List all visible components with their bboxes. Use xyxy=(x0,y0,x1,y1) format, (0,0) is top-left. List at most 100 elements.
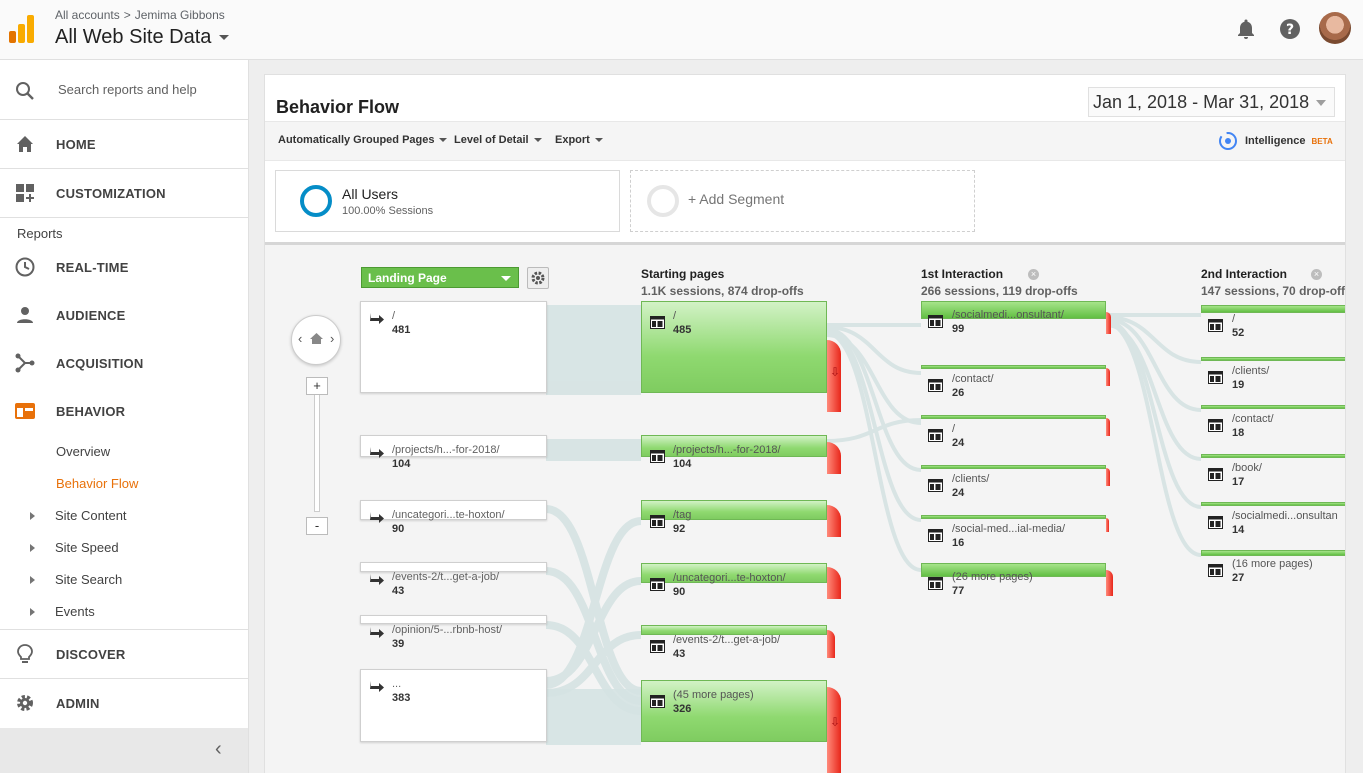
dropoff-arrow-icon: ⇩ xyxy=(830,365,841,379)
dropoff-bar[interactable] xyxy=(1106,418,1110,436)
close-icon[interactable]: × xyxy=(1311,269,1322,280)
property-name[interactable]: All Web Site Data xyxy=(55,26,211,49)
sidebar-item-realtime[interactable]: REAL-TIME xyxy=(0,243,248,291)
gear-icon xyxy=(531,271,545,285)
gear-icon xyxy=(17,695,33,711)
sidebar-item-behavior-flow[interactable]: Behavior Flow xyxy=(56,476,138,491)
node-label: /contact/ xyxy=(952,373,994,385)
starting-page-node[interactable]: /events-2/t...get-a-job/ 43 xyxy=(641,625,827,660)
node-label: / xyxy=(673,310,677,322)
flow-settings-button[interactable] xyxy=(527,267,549,289)
sidebar-item-site-search[interactable]: Site Search xyxy=(30,572,122,587)
starting-page-node[interactable]: (45 more pages) 326 xyxy=(641,680,827,742)
starting-page-node[interactable]: /projects/h...-for-2018/ 104 xyxy=(641,435,827,470)
first-interaction-node[interactable]: /clients/ 24 xyxy=(921,465,1106,501)
dropoff-bar[interactable] xyxy=(1106,312,1111,334)
second-interaction-node[interactable]: / 52 xyxy=(1201,305,1345,341)
dropoff-bar[interactable] xyxy=(1106,468,1110,486)
chevron-left-icon[interactable]: ‹ xyxy=(215,738,222,761)
segment-ring-icon xyxy=(300,185,332,217)
search-input[interactable]: Search reports and help xyxy=(58,82,197,97)
help-icon[interactable]: ? xyxy=(1278,17,1302,41)
page-icon xyxy=(928,529,943,542)
first-interaction-node[interactable]: /contact/ 26 xyxy=(921,365,1106,401)
date-range-text[interactable]: Jan 1, 2018 - Mar 31, 2018 xyxy=(1093,92,1309,112)
pan-control[interactable]: ‹ › xyxy=(291,315,341,365)
node-count: 39 xyxy=(392,638,405,650)
node-label: / xyxy=(1232,313,1236,325)
sidebar-item-overview[interactable]: Overview xyxy=(56,444,110,459)
sidebar-item-site-content[interactable]: Site Content xyxy=(30,508,127,523)
sidebar-item-audience[interactable]: AUDIENCE xyxy=(0,291,248,339)
property-selector[interactable]: All Web Site Data xyxy=(55,26,230,49)
analytics-logo-icon[interactable] xyxy=(9,15,35,43)
first-interaction-node[interactable]: /socialmedi...onsultant/ 99 xyxy=(921,301,1106,337)
sidebar-item-site-speed[interactable]: Site Speed xyxy=(30,540,119,555)
node-label: / xyxy=(952,423,956,435)
add-segment-button[interactable]: + Add Segment xyxy=(630,170,975,232)
bell-icon[interactable] xyxy=(1234,17,1258,41)
second-interaction-node[interactable]: /book/ 17 xyxy=(1201,454,1345,490)
zoom-out-button[interactable]: - xyxy=(306,517,328,535)
zoom-slider[interactable] xyxy=(314,382,320,512)
dropoff-bar[interactable] xyxy=(1106,368,1110,386)
node-label: / xyxy=(392,310,396,322)
sidebar-item-customization[interactable]: CUSTOMIZATION xyxy=(0,169,248,217)
segment-all-users[interactable]: All Users 100.00% Sessions xyxy=(275,170,620,232)
zoom-in-button[interactable]: + xyxy=(306,377,328,395)
search-row[interactable]: Search reports and help xyxy=(0,60,248,120)
landing-page-dropdown[interactable]: Landing Page xyxy=(361,267,519,288)
pan-right-icon[interactable]: › xyxy=(330,331,334,346)
behavior-flow-canvas[interactable]: ‹ › + - Landing Page Starting pages 1.1K… xyxy=(265,242,1345,773)
second-interaction-node[interactable]: (16 more pages) 27 xyxy=(1201,550,1345,586)
dropoff-bar[interactable]: ⇩ xyxy=(827,340,841,412)
level-of-detail-dropdown[interactable]: Level of Detail xyxy=(454,134,542,146)
starting-page-node[interactable]: /uncategori...te-hoxton/ 90 xyxy=(641,563,827,598)
pan-left-icon[interactable]: ‹ xyxy=(298,331,302,346)
node-label: /tag xyxy=(673,509,692,521)
breadcrumb-account[interactable]: Jemima Gibbons xyxy=(135,8,225,22)
node-count: 17 xyxy=(1232,476,1245,488)
sidebar-item-discover[interactable]: DISCOVER xyxy=(0,630,248,678)
node-count: 18 xyxy=(1232,427,1245,439)
sidebar-item-acquisition[interactable]: ACQUISITION xyxy=(0,339,248,387)
date-range-picker[interactable]: Jan 1, 2018 - Mar 31, 2018 xyxy=(1088,87,1335,117)
landing-node[interactable]: /events-2/t...get-a-job/ 43 xyxy=(360,562,547,597)
dropoff-bar[interactable]: ⇩ xyxy=(827,687,841,773)
column-stats: 147 sessions, 70 drop-offs xyxy=(1201,284,1345,298)
landing-node[interactable]: ... 383 xyxy=(360,669,547,742)
intelligence-button[interactable]: Intelligence BETA xyxy=(1217,130,1333,152)
first-interaction-node[interactable]: /social-med...ial-media/ 16 xyxy=(921,515,1106,551)
breadcrumb-all-accounts[interactable]: All accounts xyxy=(55,8,120,22)
avatar[interactable] xyxy=(1319,12,1351,44)
landing-node[interactable]: / 481 xyxy=(360,301,547,393)
sidebar-collapse-bar[interactable]: ‹ xyxy=(0,728,248,773)
dropoff-bar[interactable] xyxy=(1106,518,1109,532)
close-icon[interactable]: × xyxy=(1028,269,1039,280)
sidebar-item-behavior[interactable]: BEHAVIOR xyxy=(0,387,248,435)
landing-node[interactable]: /uncategori...te-hoxton/ 90 xyxy=(360,500,547,535)
second-interaction-node[interactable]: /contact/ 18 xyxy=(1201,405,1345,441)
sidebar-item-events[interactable]: Events xyxy=(30,604,95,619)
sidebar-item-admin[interactable]: ADMIN xyxy=(0,679,248,727)
dropoff-bar[interactable] xyxy=(827,630,835,658)
first-interaction-node[interactable]: / 24 xyxy=(921,415,1106,451)
starting-page-node[interactable]: /tag 92 xyxy=(641,500,827,535)
sidebar-item-label: HOME xyxy=(56,136,96,152)
first-interaction-node[interactable]: (26 more pages) 77 xyxy=(921,563,1106,599)
grouped-pages-dropdown[interactable]: Automatically Grouped Pages xyxy=(278,134,448,146)
export-dropdown[interactable]: Export xyxy=(555,134,603,146)
starting-page-node[interactable]: / 485 xyxy=(641,301,827,393)
dropoff-bar[interactable] xyxy=(1106,570,1113,596)
sidebar-item-label: Events xyxy=(55,604,95,619)
second-interaction-node[interactable]: /clients/ 19 xyxy=(1201,357,1345,393)
landing-node[interactable]: /opinion/5-...rbnb-host/ 39 xyxy=(360,615,547,650)
home-icon[interactable] xyxy=(309,332,324,345)
second-interaction-node[interactable]: /socialmedi...onsultan 14 xyxy=(1201,502,1345,538)
chevron-down-icon xyxy=(501,276,511,281)
breadcrumb[interactable]: All accounts > Jemima Gibbons xyxy=(55,8,225,22)
node-label: /uncategori...te-hoxton/ xyxy=(392,509,505,521)
entry-arrow-icon xyxy=(370,447,384,458)
sidebar-item-home[interactable]: HOME xyxy=(0,120,248,168)
landing-node[interactable]: /projects/h...-for-2018/ 104 xyxy=(360,435,547,470)
